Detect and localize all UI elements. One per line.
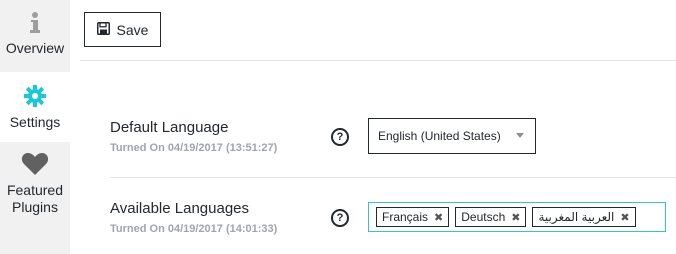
close-icon[interactable]: ✖ bbox=[511, 211, 520, 224]
available-languages-input[interactable]: Français ✖ Deutsch ✖ العربية المغربية ✖ bbox=[368, 202, 666, 232]
close-icon[interactable]: ✖ bbox=[434, 211, 443, 224]
tag-label: Deutsch bbox=[461, 210, 506, 224]
close-icon[interactable]: ✖ bbox=[620, 211, 629, 224]
heart-icon bbox=[21, 152, 49, 176]
save-button[interactable]: Save bbox=[84, 12, 161, 47]
gear-icon bbox=[23, 84, 47, 108]
help-icon[interactable]: ? bbox=[331, 128, 349, 146]
sidebar-item-settings[interactable]: Settings bbox=[0, 73, 70, 142]
language-tag-french: Français ✖ bbox=[376, 207, 450, 227]
tag-label: Français bbox=[382, 210, 429, 224]
toolbar-divider bbox=[80, 60, 676, 61]
language-tag-german: Deutsch ✖ bbox=[455, 207, 527, 227]
chevron-down-icon bbox=[516, 133, 524, 138]
floppy-disk-icon bbox=[96, 21, 110, 38]
default-language-title: Default Language bbox=[110, 119, 229, 136]
available-languages-status: Turned On 04/19/2017 (14:01:33) bbox=[110, 223, 278, 235]
sidebar-item-label: Overview bbox=[5, 40, 65, 56]
tag-label: العربية المغربية bbox=[538, 210, 615, 224]
info-icon bbox=[28, 12, 42, 34]
row-divider bbox=[110, 177, 676, 178]
sidebar-item-featured-plugins[interactable]: Featured Plugins bbox=[0, 142, 70, 254]
sidebar: Overview Settings Featured Plugins bbox=[0, 0, 70, 254]
default-language-select[interactable]: English (United States) bbox=[368, 118, 536, 154]
sidebar-item-overview[interactable]: Overview bbox=[0, 0, 70, 72]
sidebar-item-label: Settings bbox=[9, 114, 61, 130]
save-button-label: Save bbox=[116, 21, 149, 38]
default-language-status: Turned On 04/19/2017 (13:51:27) bbox=[110, 142, 278, 154]
language-tag-moroccan-arabic: العربية المغربية ✖ bbox=[532, 207, 636, 227]
help-icon[interactable]: ? bbox=[331, 209, 349, 227]
default-language-selected-value: English (United States) bbox=[378, 129, 501, 143]
sidebar-item-label: Featured Plugins bbox=[6, 182, 64, 215]
available-languages-title: Available Languages bbox=[110, 200, 250, 217]
